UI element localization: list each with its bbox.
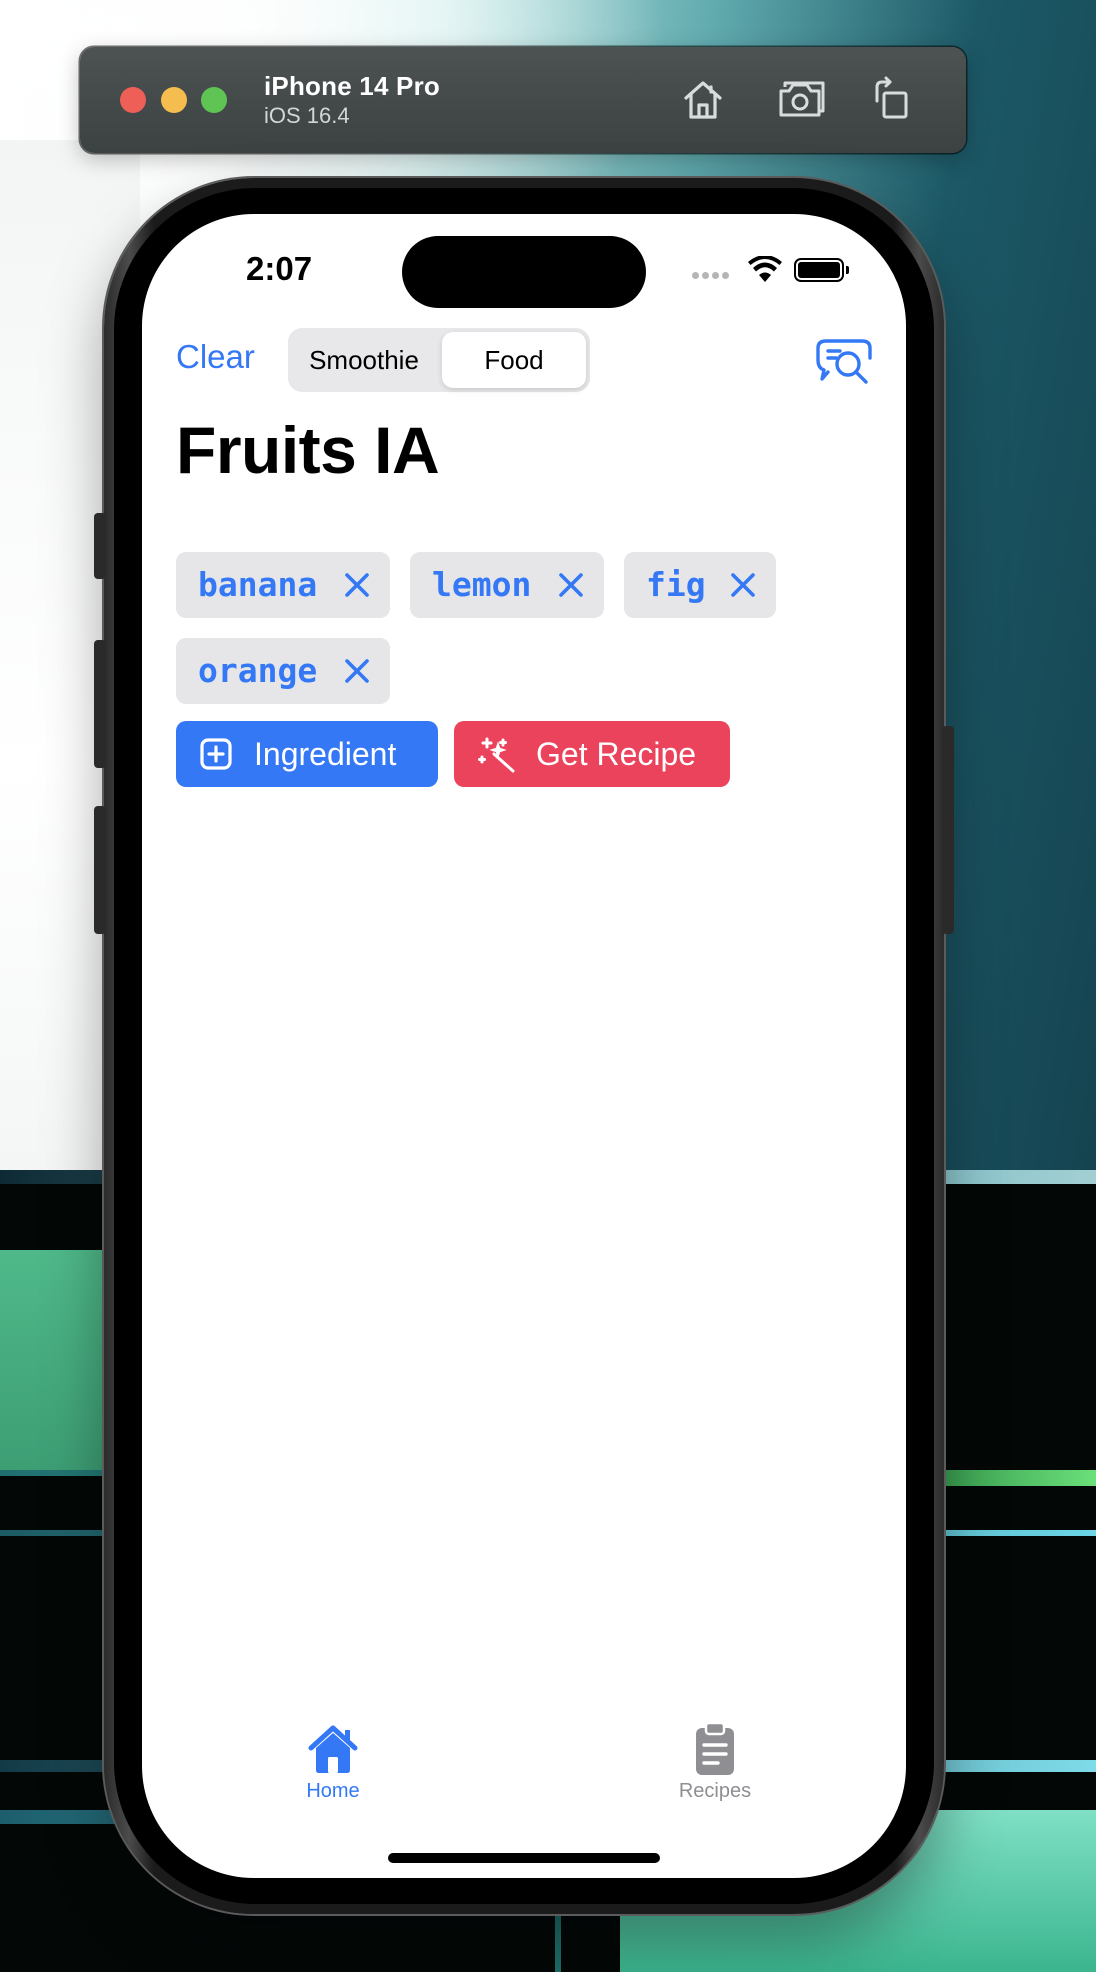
window-zoom-button[interactable] <box>201 87 227 113</box>
get-recipe-label: Get Recipe <box>536 736 697 772</box>
plus-square-icon <box>200 738 232 770</box>
dynamic-island <box>402 236 646 308</box>
home-icon <box>684 81 722 119</box>
power-button[interactable] <box>942 726 954 934</box>
add-ingredient-button[interactable]: Ingredient <box>176 721 438 787</box>
tab-recipes[interactable]: Recipes <box>635 1722 795 1803</box>
remove-x-icon[interactable] <box>558 572 584 598</box>
simulator-screenshot-button[interactable] <box>777 75 827 125</box>
tab-recipes-label: Recipes <box>678 1780 752 1802</box>
page-title: Fruits IA <box>176 413 440 487</box>
ingredient-chip-label: lemon <box>432 565 532 604</box>
volume-down-button[interactable] <box>94 806 106 934</box>
silent-switch[interactable] <box>94 513 106 579</box>
get-recipe-button[interactable]: Get Recipe <box>454 721 730 787</box>
simulator-os-version: iOS 16.4 <box>264 103 350 128</box>
remove-x-icon[interactable] <box>344 658 370 684</box>
remove-x-icon[interactable] <box>730 572 756 598</box>
status-time: 2:07 <box>246 250 313 287</box>
cellular-signal-icon <box>692 272 699 279</box>
status-icons <box>690 256 850 286</box>
remove-x-icon[interactable] <box>344 572 370 598</box>
add-ingredient-label: Ingredient <box>254 736 397 772</box>
rotate-icon <box>875 76 908 119</box>
window-minimize-button[interactable] <box>161 87 187 113</box>
screenshot-icon <box>779 81 825 117</box>
simulator-device-name: iPhone 14 Pro <box>264 71 440 101</box>
phone-screen: 2:07 Clear Smoothie Food Fruits IA banan… <box>142 214 906 1878</box>
window-close-button[interactable] <box>120 87 146 113</box>
ingredient-chip-banana[interactable]: banana <box>176 552 390 618</box>
house-icon <box>308 1725 358 1773</box>
ingredient-chip-lemon[interactable]: lemon <box>410 552 604 618</box>
home-indicator[interactable] <box>388 1853 660 1863</box>
simulator-home-button[interactable] <box>678 75 728 125</box>
iphone-frame: 2:07 Clear Smoothie Food Fruits IA banan… <box>94 178 954 1914</box>
magic-wand-icon <box>478 737 515 773</box>
tab-home-label: Home <box>306 1780 360 1802</box>
wifi-icon <box>748 256 782 282</box>
clipboard-icon <box>696 1722 734 1775</box>
segment-food[interactable]: Food <box>442 332 586 388</box>
ingredient-chip-orange[interactable]: orange <box>176 638 390 704</box>
ingredient-chip-fig[interactable]: fig <box>624 552 776 618</box>
tab-home[interactable]: Home <box>253 1722 413 1803</box>
segment-smoothie[interactable]: Smoothie <box>292 332 436 388</box>
volume-up-button[interactable] <box>94 640 106 768</box>
battery-icon <box>794 258 849 282</box>
ingredient-chip-label: banana <box>198 565 318 604</box>
chat-search-icon[interactable] <box>816 338 872 384</box>
simulator-rotate-button[interactable] <box>868 75 918 125</box>
simulator-title-bar[interactable]: iPhone 14 Pro iOS 16.4 <box>80 47 966 153</box>
ingredient-chip-label: fig <box>646 565 706 604</box>
clear-button[interactable]: Clear <box>176 338 255 376</box>
mode-segmented-control[interactable]: Smoothie Food <box>288 328 590 392</box>
ingredient-chip-label: orange <box>198 651 318 690</box>
